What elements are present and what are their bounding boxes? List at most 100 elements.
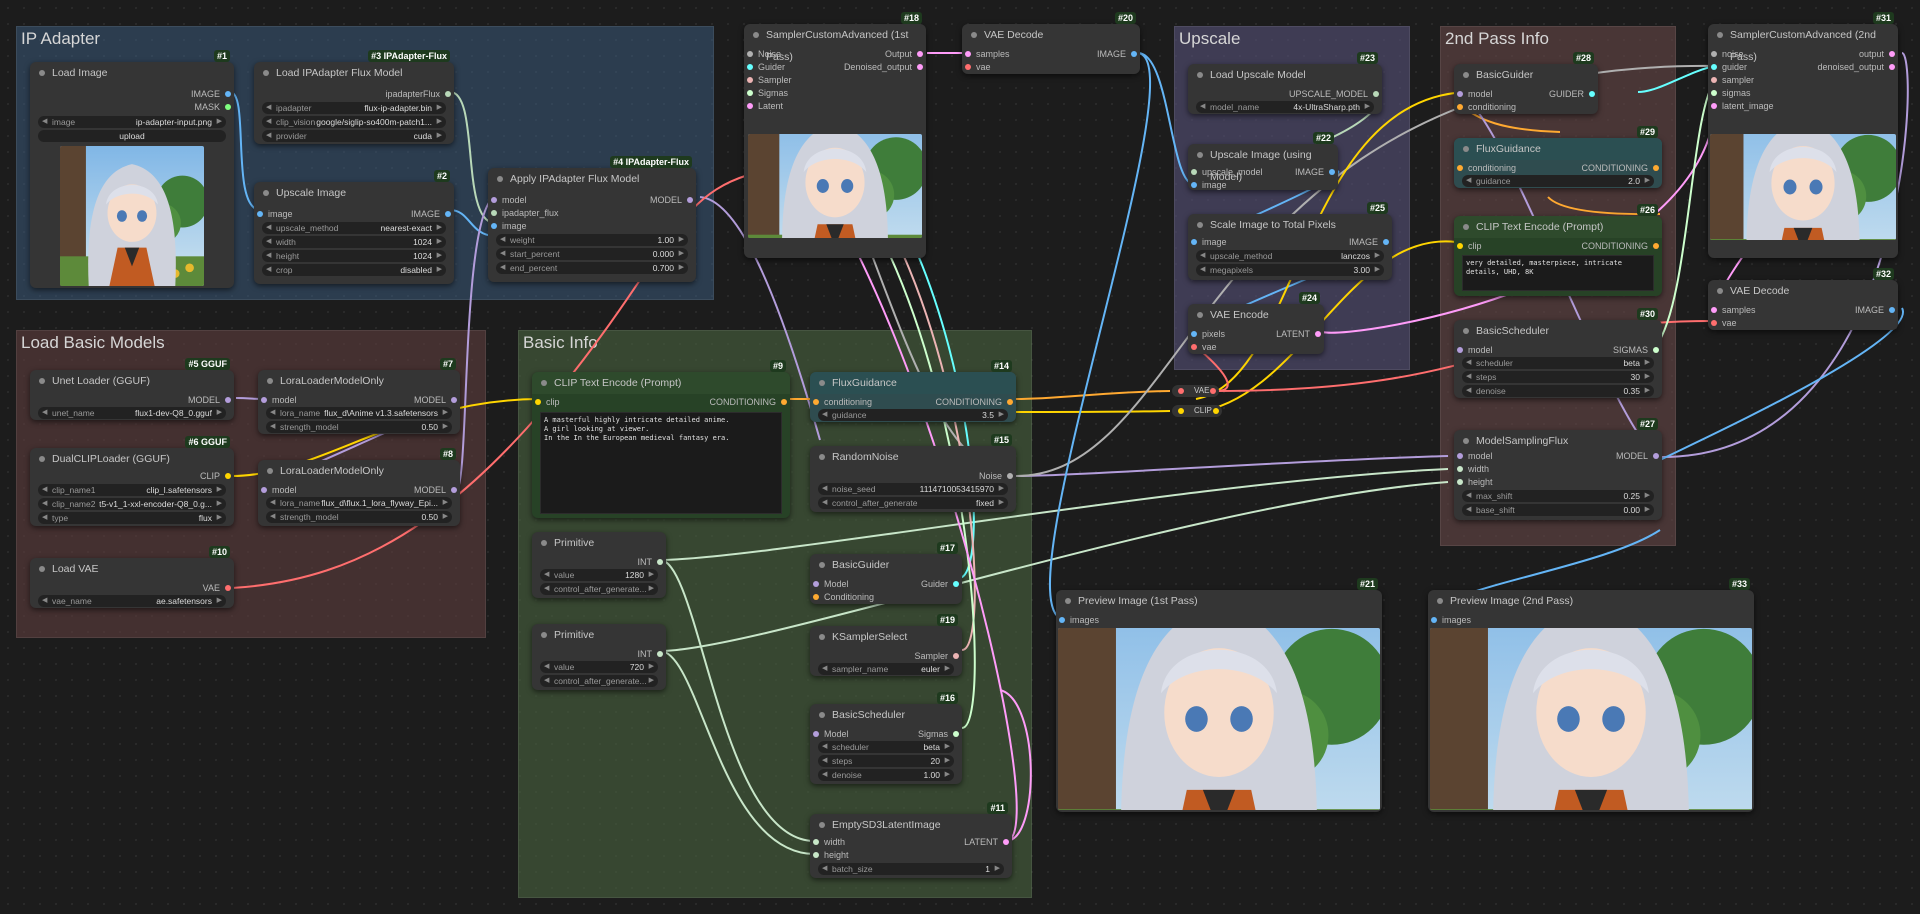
reroute-dot[interactable] <box>1210 388 1217 394</box>
input-row[interactable]: image <box>488 220 696 232</box>
input-dot[interactable] <box>813 594 819 600</box>
output-dot[interactable] <box>1003 839 1009 845</box>
node-basic-guider-1st[interactable]: BasicGuider #17 Model Guider Conditioning <box>810 542 962 604</box>
output-dot[interactable] <box>225 397 231 403</box>
node-basic-scheduler-1st[interactable]: BasicScheduler #16 Model Sigmas scheduler… <box>810 692 962 784</box>
output-upscale-model[interactable]: UPSCALE_MODEL <box>1188 88 1382 100</box>
input-dot[interactable] <box>747 90 753 96</box>
output-clip[interactable]: CLIP <box>30 470 234 482</box>
io-row[interactable]: image IMAGE <box>1188 236 1392 248</box>
output-int[interactable]: INT <box>532 648 666 660</box>
input-row[interactable]: ipadapter_flux <box>488 207 696 219</box>
input-row[interactable]: Sigmas <box>744 87 926 99</box>
node-upscale-image[interactable]: Upscale Image #2 image IMAGE upscale_meth… <box>254 170 454 284</box>
input-dot[interactable] <box>1711 320 1717 326</box>
widget-clip-name1[interactable]: clip_name1 clip_l.safetensors <box>38 484 226 496</box>
widget-scheduler[interactable]: scheduler beta <box>1462 357 1654 369</box>
output-dot[interactable] <box>1889 51 1895 57</box>
widget-batch-size[interactable]: batch_size 1 <box>818 863 1004 875</box>
output-dot[interactable] <box>225 91 231 97</box>
input-dot[interactable] <box>1431 617 1437 623</box>
input-dot[interactable] <box>1457 91 1463 97</box>
node-empty-sd3-latent-image[interactable]: EmptySD3LatentImage #11 width LATENT heig… <box>810 802 1012 878</box>
input-dot[interactable] <box>1457 243 1463 249</box>
widget-crop[interactable]: crop disabled <box>262 264 446 276</box>
input-dot[interactable] <box>1457 479 1463 485</box>
output-dot[interactable] <box>1653 347 1659 353</box>
widget-provider[interactable]: provider cuda <box>262 130 446 142</box>
node-flux-guidance-2nd[interactable]: FluxGuidance #29 conditioning CONDITIONIN… <box>1454 126 1662 188</box>
output-dot[interactable] <box>1007 399 1013 405</box>
input-dot[interactable] <box>1457 165 1463 171</box>
widget-height[interactable]: height 1024 <box>262 250 446 262</box>
input-dot[interactable] <box>813 581 819 587</box>
input-dot[interactable] <box>491 197 497 203</box>
io-row[interactable]: Noise Output <box>744 48 926 60</box>
io-row[interactable]: pixels LATENT <box>1188 328 1324 340</box>
output-vae[interactable]: VAE <box>30 582 234 594</box>
prompt-textarea[interactable]: very detailed, masterpiece, intricate de… <box>1462 255 1654 291</box>
input-dot[interactable] <box>965 51 971 57</box>
output-dot[interactable] <box>1007 473 1013 479</box>
widget-noise-seed[interactable]: noise_seed 1114710053415970 <box>818 483 1008 495</box>
output-dot[interactable] <box>1373 91 1379 97</box>
widget-steps[interactable]: steps 20 <box>818 755 954 767</box>
node-sampler-custom-advanced-2nd[interactable]: SamplerCustomAdvanced (2nd Pass) #31 noi… <box>1708 12 1898 258</box>
output-dot[interactable] <box>917 64 923 70</box>
reroute-clip[interactable]: CLIP <box>1172 405 1222 417</box>
widget-lora-name[interactable]: lora_nameflux_d\flux.1_lora_flyway_Epi..… <box>266 497 452 509</box>
input-dot[interactable] <box>491 223 497 229</box>
input-dot[interactable] <box>1711 103 1717 109</box>
widget-unet-name[interactable]: unet_name flux1-dev-Q8_0.gguf <box>38 407 226 419</box>
widget-strength-model[interactable]: strength_model 0.50 <box>266 511 452 523</box>
node-model-sampling-flux[interactable]: ModelSamplingFlux #27 model MODEL width h… <box>1454 418 1662 520</box>
input-row[interactable]: vae <box>1708 317 1898 329</box>
io-row[interactable]: model MODEL <box>258 484 460 496</box>
node-load-image[interactable]: Load Image #1 IMAGE MASK image ip-adapter… <box>30 50 234 288</box>
widget-ipadapter[interactable]: ipadapter flux-ip-adapter.bin <box>262 102 446 114</box>
widget-start-percent[interactable]: start_percent 0.000 <box>496 248 688 260</box>
output-image[interactable]: IMAGE <box>30 88 234 100</box>
reroute-dot[interactable] <box>1178 388 1184 394</box>
widget-weight[interactable]: weight 1.00 <box>496 234 688 246</box>
input-dot[interactable] <box>1711 307 1717 313</box>
node-lora-loader-2[interactable]: LoraLoaderModelOnly #8 model MODEL lora_n… <box>258 448 460 526</box>
output-dot[interactable] <box>1889 307 1895 313</box>
input-dot[interactable] <box>261 487 267 493</box>
output-dot[interactable] <box>1889 64 1895 70</box>
input-dot[interactable] <box>1191 331 1197 337</box>
io-row[interactable]: image IMAGE <box>254 208 454 220</box>
widget-upscale-method[interactable]: upscale_method lanczos <box>1196 250 1384 262</box>
node-preview-image-2nd[interactable]: Preview Image (2nd Pass) #33 images <box>1428 578 1754 812</box>
input-row[interactable]: sampler <box>1708 74 1898 86</box>
input-dot[interactable] <box>1711 77 1717 83</box>
input-dot[interactable] <box>1457 347 1463 353</box>
io-row[interactable]: clip CONDITIONING <box>532 396 790 408</box>
output-noise[interactable]: Noise <box>810 470 1016 482</box>
widget-denoise[interactable]: denoise 1.00 <box>818 769 954 781</box>
input-row[interactable]: vae <box>1188 341 1324 353</box>
node-graph-canvas[interactable]: IP Adapter Load Basic Models Basic Info … <box>0 0 1920 914</box>
node-vae-decode-1st[interactable]: VAE Decode #20 samples IMAGE vae <box>962 12 1140 74</box>
input-row[interactable]: Latent <box>744 100 926 112</box>
io-row[interactable]: samples IMAGE <box>962 48 1140 60</box>
input-images[interactable]: images <box>1056 614 1382 626</box>
input-dot[interactable] <box>1711 64 1717 70</box>
node-basic-scheduler-2nd[interactable]: BasicScheduler #30 model SIGMAS scheduler… <box>1454 308 1662 398</box>
output-dot[interactable] <box>225 104 231 110</box>
output-dot[interactable] <box>225 473 231 479</box>
node-upscale-image-using-model[interactable]: Upscale Image (using Model) #22 upscale_… <box>1188 132 1338 190</box>
output-dot[interactable] <box>953 731 959 737</box>
input-dot[interactable] <box>535 399 541 405</box>
input-dot[interactable] <box>747 64 753 70</box>
input-dot[interactable] <box>257 211 263 217</box>
io-row[interactable]: Model Sigmas <box>810 728 962 740</box>
io-row[interactable]: model MODEL <box>1454 450 1662 462</box>
output-dot[interactable] <box>1329 169 1335 175</box>
input-dot[interactable] <box>1457 104 1463 110</box>
output-dot[interactable] <box>781 399 787 405</box>
io-row[interactable]: noise output <box>1708 48 1898 60</box>
output-sampler[interactable]: Sampler <box>810 650 962 662</box>
output-dot[interactable] <box>657 651 663 657</box>
widget-type[interactable]: type flux <box>38 512 226 524</box>
